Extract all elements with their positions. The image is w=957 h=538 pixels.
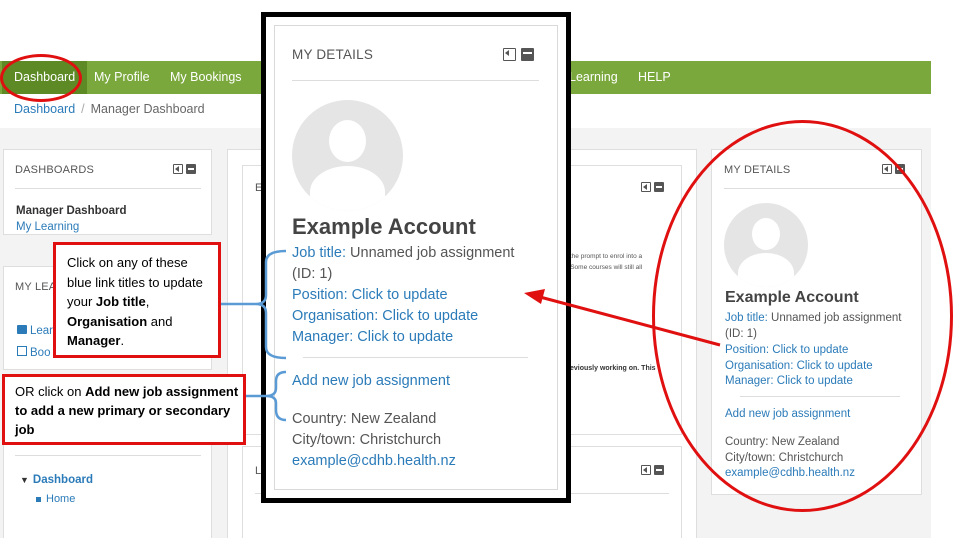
pointer-arrow-line — [539, 295, 721, 347]
arrowhead-icon — [524, 289, 545, 304]
bracket-add-job — [265, 370, 287, 422]
bracket-links — [255, 249, 287, 360]
annotation-overlay — [221, 249, 721, 422]
